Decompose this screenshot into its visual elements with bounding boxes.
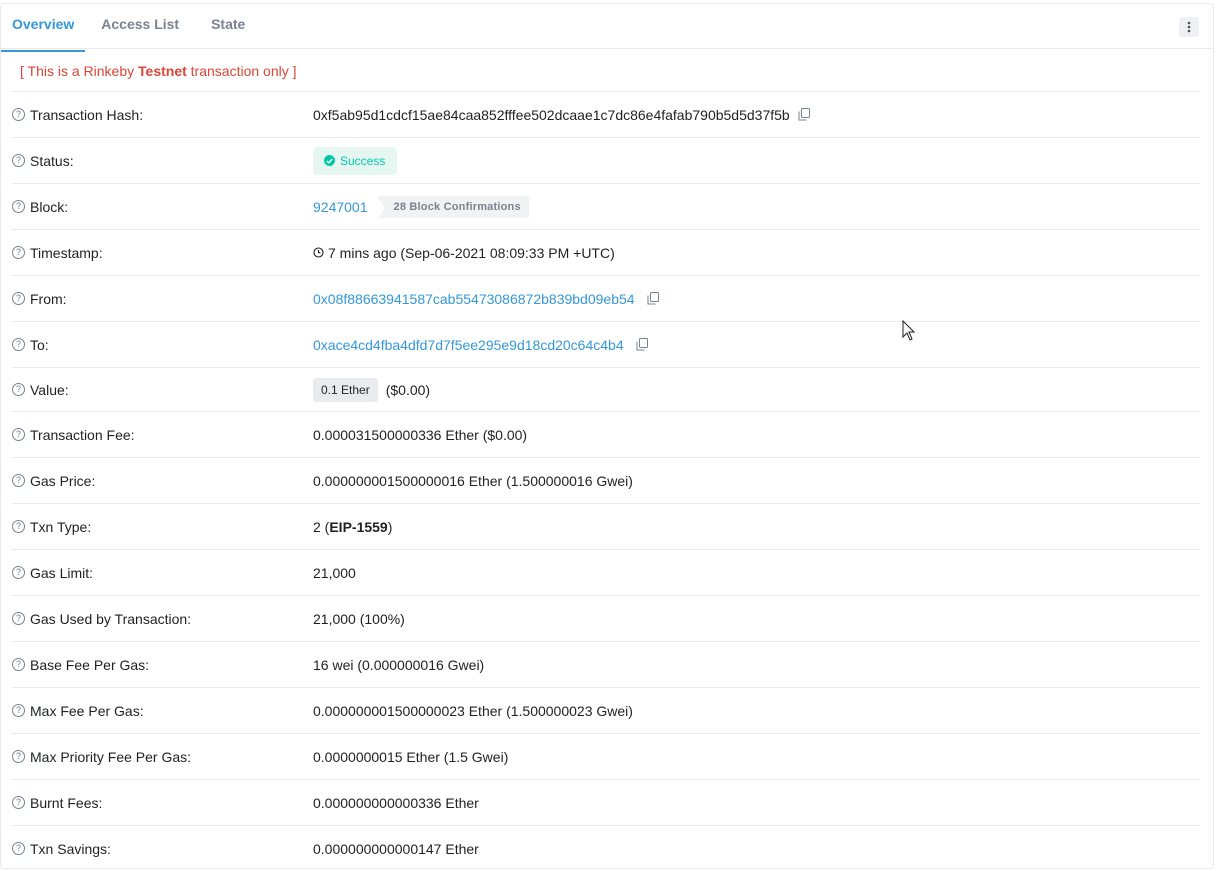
row-transaction-fee: ? Transaction Fee: 0.000031500000336 Ethe… bbox=[12, 411, 1200, 457]
timestamp-value: 7 mins ago (Sep-06-2021 08:09:33 PM +UTC… bbox=[328, 244, 615, 261]
row-base-fee: ? Base Fee Per Gas: 16 wei (0.000000016 G… bbox=[12, 641, 1200, 687]
question-circle-icon[interactable]: ? bbox=[12, 658, 25, 671]
transaction-fee-value: 0.000031500000336 Ether ($0.00) bbox=[313, 426, 528, 443]
row-status: ? Status: Success bbox=[12, 137, 1200, 183]
row-txn-type: ? Txn Type: 2 (EIP-1559) bbox=[12, 503, 1200, 549]
question-circle-icon[interactable]: ? bbox=[12, 154, 25, 167]
gas-limit-value: 21,000 bbox=[313, 564, 356, 581]
question-circle-icon[interactable]: ? bbox=[12, 474, 25, 487]
row-gas-used: ? Gas Used by Transaction: 21,000 (100%) bbox=[12, 595, 1200, 641]
more-vertical-icon bbox=[1187, 21, 1191, 33]
label-status: Status: bbox=[30, 152, 74, 169]
row-transaction-hash: ? Transaction Hash: 0xf5ab95d1cdcf15ae84c… bbox=[12, 91, 1200, 137]
gas-price-value: 0.000000001500000016 Ether (1.500000016 … bbox=[313, 472, 633, 489]
max-priority-fee-value: 0.0000000015 Ether (1.5 Gwei) bbox=[313, 748, 509, 765]
label-to: To: bbox=[30, 336, 49, 353]
ether-amount-pill: 0.1 Ether bbox=[313, 377, 378, 402]
txn-type-name: EIP-1559 bbox=[329, 518, 388, 535]
question-circle-icon[interactable]: ? bbox=[12, 383, 25, 396]
notice-suffix: transaction only ] bbox=[186, 63, 297, 79]
tab-state[interactable]: State bbox=[195, 4, 261, 48]
copy-icon[interactable] bbox=[647, 292, 659, 305]
label-burnt-fees: Burnt Fees: bbox=[30, 794, 103, 811]
label-txn-savings: Txn Savings: bbox=[30, 840, 111, 857]
question-circle-icon[interactable]: ? bbox=[12, 612, 25, 625]
copy-icon[interactable] bbox=[798, 108, 810, 121]
row-value: ? Value: 0.1 Ether ($0.00) bbox=[12, 367, 1200, 411]
gas-used-value: 21,000 (100%) bbox=[313, 610, 405, 627]
to-address-link[interactable]: 0xace4cd4fba4dfd7d7f5ee295e9d18cd20c64c4… bbox=[313, 337, 624, 353]
row-max-fee: ? Max Fee Per Gas: 0.000000001500000023 E… bbox=[12, 687, 1200, 733]
question-circle-icon[interactable]: ? bbox=[12, 200, 25, 213]
label-txn-type: Txn Type: bbox=[30, 518, 92, 535]
question-circle-icon[interactable]: ? bbox=[12, 842, 25, 855]
base-fee-value: 16 wei (0.000000016 Gwei) bbox=[313, 656, 485, 673]
txn-savings-value: 0.000000000000147 Ether bbox=[313, 840, 479, 857]
transaction-hash-value: 0xf5ab95d1cdcf15ae84caa852fffee502dcaae1… bbox=[313, 106, 790, 123]
question-circle-icon[interactable]: ? bbox=[12, 750, 25, 763]
question-circle-icon[interactable]: ? bbox=[12, 704, 25, 717]
label-from: From: bbox=[30, 290, 67, 307]
burnt-fees-value: 0.000000000000336 Ether bbox=[313, 794, 479, 811]
row-max-priority-fee: ? Max Priority Fee Per Gas: 0.0000000015 … bbox=[12, 733, 1200, 779]
question-circle-icon[interactable]: ? bbox=[12, 246, 25, 259]
row-txn-savings: ? Txn Savings: 0.000000000000147 Ether bbox=[12, 825, 1200, 871]
row-gas-limit: ? Gas Limit: 21,000 bbox=[12, 549, 1200, 595]
notice-network: Testnet bbox=[138, 63, 187, 79]
row-to: ? To: 0xace4cd4fba4dfd7d7f5ee295e9d18cd20… bbox=[12, 321, 1200, 367]
label-gas-price: Gas Price: bbox=[30, 472, 96, 489]
question-circle-icon[interactable]: ? bbox=[12, 292, 25, 305]
testnet-notice: [ This is a Rinkeby Testnet transaction … bbox=[1, 49, 1213, 95]
row-timestamp: ? Timestamp: 7 mins ago (Sep-06-2021 08:0… bbox=[12, 229, 1200, 275]
tab-overview[interactable]: Overview bbox=[1, 4, 86, 52]
label-timestamp: Timestamp: bbox=[30, 244, 103, 261]
question-circle-icon[interactable]: ? bbox=[12, 108, 25, 121]
question-circle-icon[interactable]: ? bbox=[12, 566, 25, 579]
usd-value: ($0.00) bbox=[385, 381, 431, 398]
txn-type-prefix: 2 ( bbox=[313, 518, 330, 535]
from-address-link[interactable]: 0x08f88663941587cab55473086872b839bd09eb… bbox=[313, 291, 635, 307]
status-badge: Success bbox=[313, 146, 398, 175]
question-circle-icon[interactable]: ? bbox=[12, 338, 25, 351]
copy-icon[interactable] bbox=[636, 338, 648, 351]
row-block: ? Block: 9247001 28 Block Confirmations bbox=[12, 183, 1200, 229]
row-burnt-fees: ? Burnt Fees: 0.000000000000336 Ether bbox=[12, 779, 1200, 825]
notice-prefix: [ This is a Rinkeby bbox=[20, 63, 139, 79]
question-circle-icon[interactable]: ? bbox=[12, 796, 25, 809]
label-gas-limit: Gas Limit: bbox=[30, 564, 94, 581]
row-from: ? From: 0x08f88663941587cab55473086872b83… bbox=[12, 275, 1200, 321]
txn-type-suffix: ) bbox=[387, 518, 393, 535]
mouse-cursor-icon bbox=[902, 319, 916, 345]
label-max-priority-fee: Max Priority Fee Per Gas: bbox=[30, 748, 192, 765]
details-list: ? Transaction Hash: 0xf5ab95d1cdcf15ae84c… bbox=[12, 91, 1200, 871]
clock-icon bbox=[313, 247, 324, 258]
label-base-fee: Base Fee Per Gas: bbox=[30, 656, 150, 673]
label-transaction-hash: Transaction Hash: bbox=[30, 106, 144, 123]
check-circle-icon bbox=[324, 155, 335, 166]
more-options-button[interactable] bbox=[1179, 17, 1199, 37]
tab-access-list[interactable]: Access List bbox=[85, 4, 195, 48]
label-max-fee: Max Fee Per Gas: bbox=[30, 702, 144, 719]
label-block: Block: bbox=[30, 198, 69, 215]
status-text: Success bbox=[340, 153, 386, 168]
max-fee-value: 0.000000001500000023 Ether (1.500000023 … bbox=[313, 702, 633, 719]
label-transaction-fee: Transaction Fee: bbox=[30, 426, 135, 443]
label-gas-used: Gas Used by Transaction: bbox=[30, 610, 192, 627]
row-gas-price: ? Gas Price: 0.000000001500000016 Ether (… bbox=[12, 457, 1200, 503]
label-value: Value: bbox=[30, 381, 69, 398]
question-circle-icon[interactable]: ? bbox=[12, 428, 25, 441]
block-number-link[interactable]: 9247001 bbox=[313, 199, 368, 215]
question-circle-icon[interactable]: ? bbox=[12, 520, 25, 533]
block-confirmations-badge: 28 Block Confirmations bbox=[376, 195, 529, 220]
tab-bar: Overview Access List State bbox=[1, 4, 1213, 52]
